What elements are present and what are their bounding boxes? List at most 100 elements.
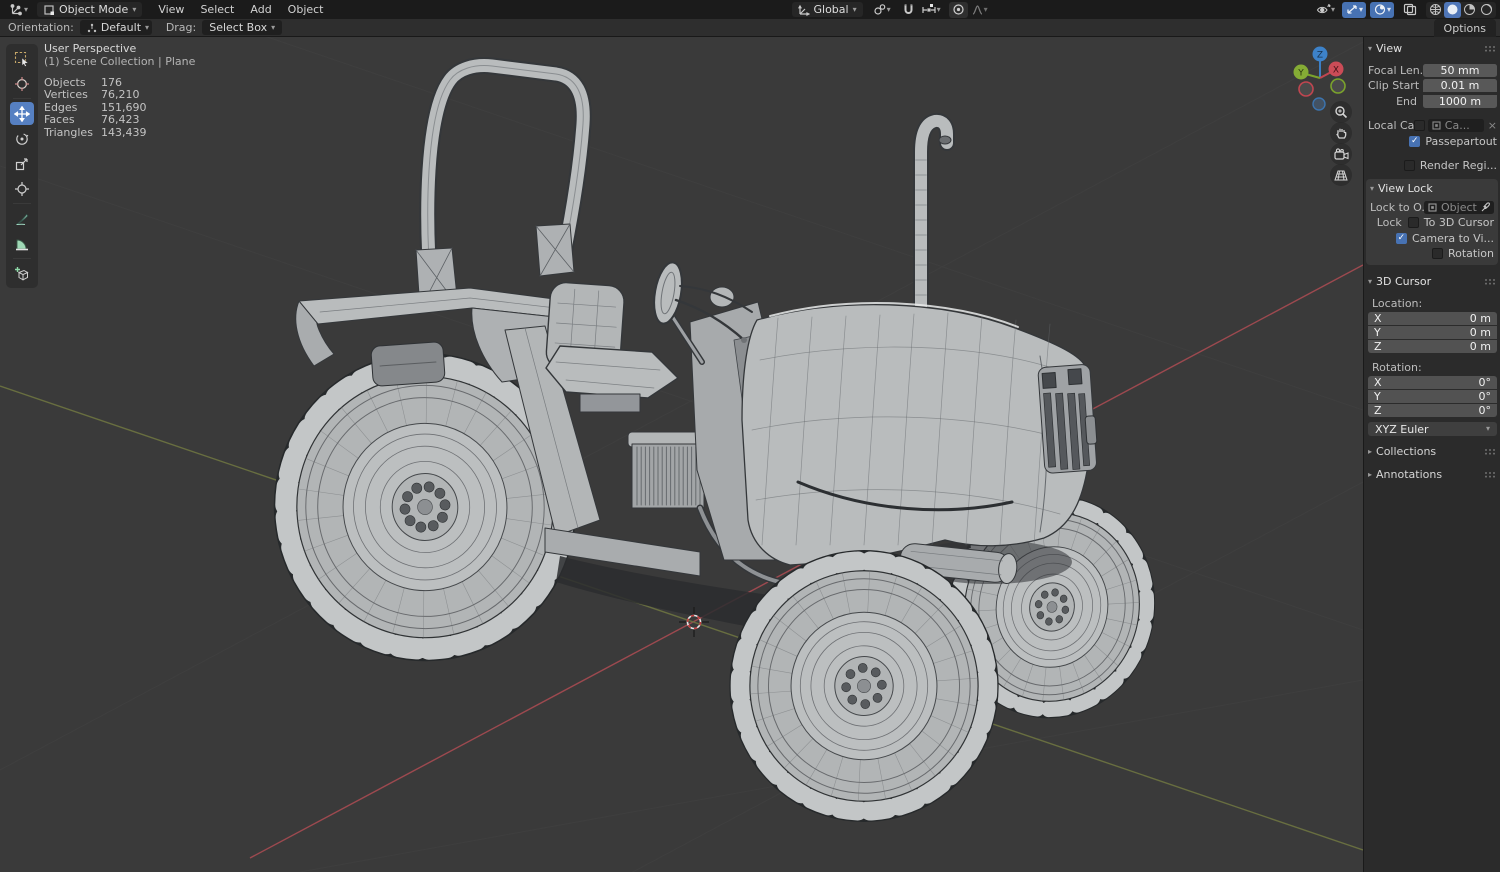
focal-length-field[interactable]: 50 mm bbox=[1423, 63, 1497, 77]
move-tool[interactable] bbox=[10, 102, 34, 125]
render-region-checkbox[interactable] bbox=[1403, 160, 1415, 172]
scale-tool[interactable] bbox=[10, 152, 34, 175]
add-primitive-tool[interactable] bbox=[10, 262, 34, 285]
cursor-location-y[interactable]: Y0 m bbox=[1368, 326, 1497, 339]
local-camera-field[interactable]: Ca... bbox=[1427, 119, 1484, 133]
rotation-mode-dropdown[interactable]: XYZ Euler ▾ bbox=[1368, 422, 1497, 436]
panel-grip-icon bbox=[1485, 279, 1495, 285]
clip-end-field[interactable]: 1000 m bbox=[1423, 94, 1497, 108]
viewport-header: ▾ Object Mode ▾ View Select Add Object G… bbox=[0, 0, 1500, 19]
select-box-tool[interactable] bbox=[10, 47, 34, 70]
cursor-tool[interactable] bbox=[10, 72, 34, 95]
cursor-rotation-fields: X 0° Y 0° Z 0° bbox=[1368, 376, 1497, 417]
measure-tool[interactable] bbox=[10, 232, 34, 255]
collection-path: (1) Scene Collection | Plane bbox=[44, 55, 196, 68]
cursor-panel-title: 3D Cursor bbox=[1376, 275, 1432, 288]
clip-end-row: End 1000 m bbox=[1368, 94, 1497, 109]
cursor-rotation-y[interactable]: Y 0° bbox=[1368, 390, 1497, 403]
local-camera-row: Local Cam... Ca... × bbox=[1368, 119, 1497, 133]
show-gizmo-visibility-dropdown[interactable]: ▾ bbox=[1313, 2, 1338, 18]
scene-statistics: Objects 176 Vertices 76,210 Edges 151,690 F… bbox=[44, 75, 147, 139]
gizmo-minus-x-axis[interactable] bbox=[1298, 81, 1314, 97]
annotate-tool[interactable] bbox=[10, 207, 34, 230]
passepartout-row: ✓ Passepartout bbox=[1409, 134, 1497, 148]
tractor-wireframe-model bbox=[273, 57, 1156, 823]
clip-start-field[interactable]: 0.01 m bbox=[1423, 79, 1497, 93]
view-lock-header[interactable]: ▾ View Lock bbox=[1370, 181, 1494, 196]
object-icon bbox=[1428, 203, 1437, 212]
orientation-default-dropdown[interactable]: Default ▾ bbox=[79, 20, 152, 35]
3d-viewport[interactable]: User Perspective (1) Scene Collection | … bbox=[0, 37, 1363, 872]
passepartout-checkbox[interactable]: ✓ bbox=[1409, 135, 1421, 147]
orientation-value: Global bbox=[813, 3, 849, 16]
shading-solid-icon[interactable] bbox=[1444, 1, 1461, 18]
lock-rotation-checkbox[interactable] bbox=[1431, 248, 1443, 260]
transform-orientation-dropdown[interactable]: Global ▾ bbox=[791, 2, 863, 17]
zoom-view-button[interactable] bbox=[1330, 101, 1352, 123]
menu-view[interactable]: View bbox=[150, 3, 192, 16]
gizmo-minus-y-axis[interactable] bbox=[1330, 78, 1346, 94]
snap-toggle-magnet-icon[interactable] bbox=[899, 2, 918, 18]
svg-text:X: X bbox=[1333, 66, 1339, 76]
menu-add[interactable]: Add bbox=[242, 3, 279, 16]
editor-type-button[interactable]: ▾ bbox=[6, 2, 31, 18]
shading-rendered-icon[interactable] bbox=[1478, 2, 1495, 18]
cursor-rotation-z[interactable]: Z 0° bbox=[1368, 404, 1497, 417]
tractor-wireframe-scene bbox=[0, 37, 1363, 872]
svg-text:Y: Y bbox=[1297, 69, 1304, 79]
blender-window: { "topbar": { "mode": "Object Mode", "me… bbox=[0, 0, 1500, 872]
lock-to-object-row: Lock to O... Object bbox=[1370, 200, 1494, 215]
shading-wireframe-icon[interactable] bbox=[1427, 2, 1444, 18]
shading-material-icon[interactable] bbox=[1461, 2, 1478, 18]
tool-settings-bar: Orientation: Default ▾ Drag: Select Box … bbox=[0, 19, 1500, 37]
rotate-tool[interactable] bbox=[10, 127, 34, 150]
svg-text:Z: Z bbox=[1317, 51, 1323, 61]
menu-object[interactable]: Object bbox=[280, 3, 332, 16]
camera-view-button[interactable] bbox=[1330, 143, 1352, 165]
drag-mode-dropdown[interactable]: Select Box ▾ bbox=[202, 20, 283, 35]
lock-to-object-field[interactable]: Object bbox=[1424, 200, 1494, 214]
panel-grip-icon bbox=[1485, 449, 1495, 455]
cursor-location-x[interactable]: X0 m bbox=[1368, 312, 1497, 325]
panel-grip-icon bbox=[1485, 472, 1495, 478]
transform-tool[interactable] bbox=[10, 177, 34, 200]
view-panel-title: View bbox=[1376, 42, 1403, 55]
view-panel-header[interactable]: ▾ View bbox=[1368, 41, 1497, 56]
view-lock-title: View Lock bbox=[1378, 182, 1433, 195]
render-region-row: Render Regi... bbox=[1368, 159, 1497, 174]
xray-toggle[interactable] bbox=[1400, 2, 1420, 18]
mode-label: Object Mode bbox=[59, 3, 129, 16]
eyedropper-icon[interactable] bbox=[1481, 202, 1490, 212]
view-name: User Perspective bbox=[44, 42, 137, 55]
clip-start-row: Clip Start 0.01 m bbox=[1368, 79, 1497, 94]
camera-to-view-row: ✓ Camera to Vi... bbox=[1395, 231, 1494, 245]
to-3d-cursor-checkbox[interactable] bbox=[1407, 217, 1419, 229]
annotations-panel-header[interactable]: ▸ Annotations bbox=[1368, 467, 1497, 482]
lock-to-cursor-row: Lock To 3D Cursor bbox=[1376, 216, 1494, 230]
tool-shelf bbox=[6, 44, 38, 288]
cursor-location-fields: X0 m Y0 m Z0 m bbox=[1368, 312, 1497, 353]
proportional-editing-toggle[interactable] bbox=[948, 1, 968, 18]
pivot-point-dropdown[interactable]: ▾ bbox=[870, 2, 894, 18]
clear-camera-icon[interactable]: × bbox=[1488, 119, 1497, 132]
gizmo-minus-z-axis[interactable] bbox=[1312, 97, 1326, 111]
rotation-label: Rotation: bbox=[1372, 361, 1422, 374]
camera-to-view-checkbox[interactable]: ✓ bbox=[1395, 232, 1407, 244]
toggle-perspective-button[interactable] bbox=[1330, 164, 1352, 186]
pan-view-button[interactable] bbox=[1330, 122, 1352, 144]
cursor-location-z[interactable]: Z0 m bbox=[1368, 340, 1497, 353]
cursor-panel-header[interactable]: ▾ 3D Cursor bbox=[1368, 274, 1497, 289]
menu-select[interactable]: Select bbox=[192, 3, 242, 16]
local-camera-checkbox[interactable] bbox=[1413, 120, 1425, 132]
viewport-overlay-text: User Perspective (1) Scene Collection | … bbox=[44, 42, 196, 139]
snap-target-dropdown[interactable]: ▾ bbox=[918, 2, 944, 18]
sidebar-n-panel: ▾ View Focal Len... 50 mm Clip Start 0.0… bbox=[1363, 37, 1500, 872]
proportional-falloff-dropdown[interactable]: ▾ bbox=[968, 2, 991, 18]
collections-panel-header[interactable]: ▸ Collections bbox=[1368, 444, 1497, 459]
overlays-toggle[interactable]: ▾ bbox=[1369, 1, 1394, 18]
drag-mode-value: Select Box bbox=[209, 21, 268, 34]
mode-selector[interactable]: Object Mode ▾ bbox=[37, 2, 143, 17]
options-button[interactable]: Options bbox=[1433, 19, 1496, 37]
gizmos-toggle[interactable]: ▾ bbox=[1341, 1, 1366, 18]
cursor-rotation-x[interactable]: X 0° bbox=[1368, 376, 1497, 389]
